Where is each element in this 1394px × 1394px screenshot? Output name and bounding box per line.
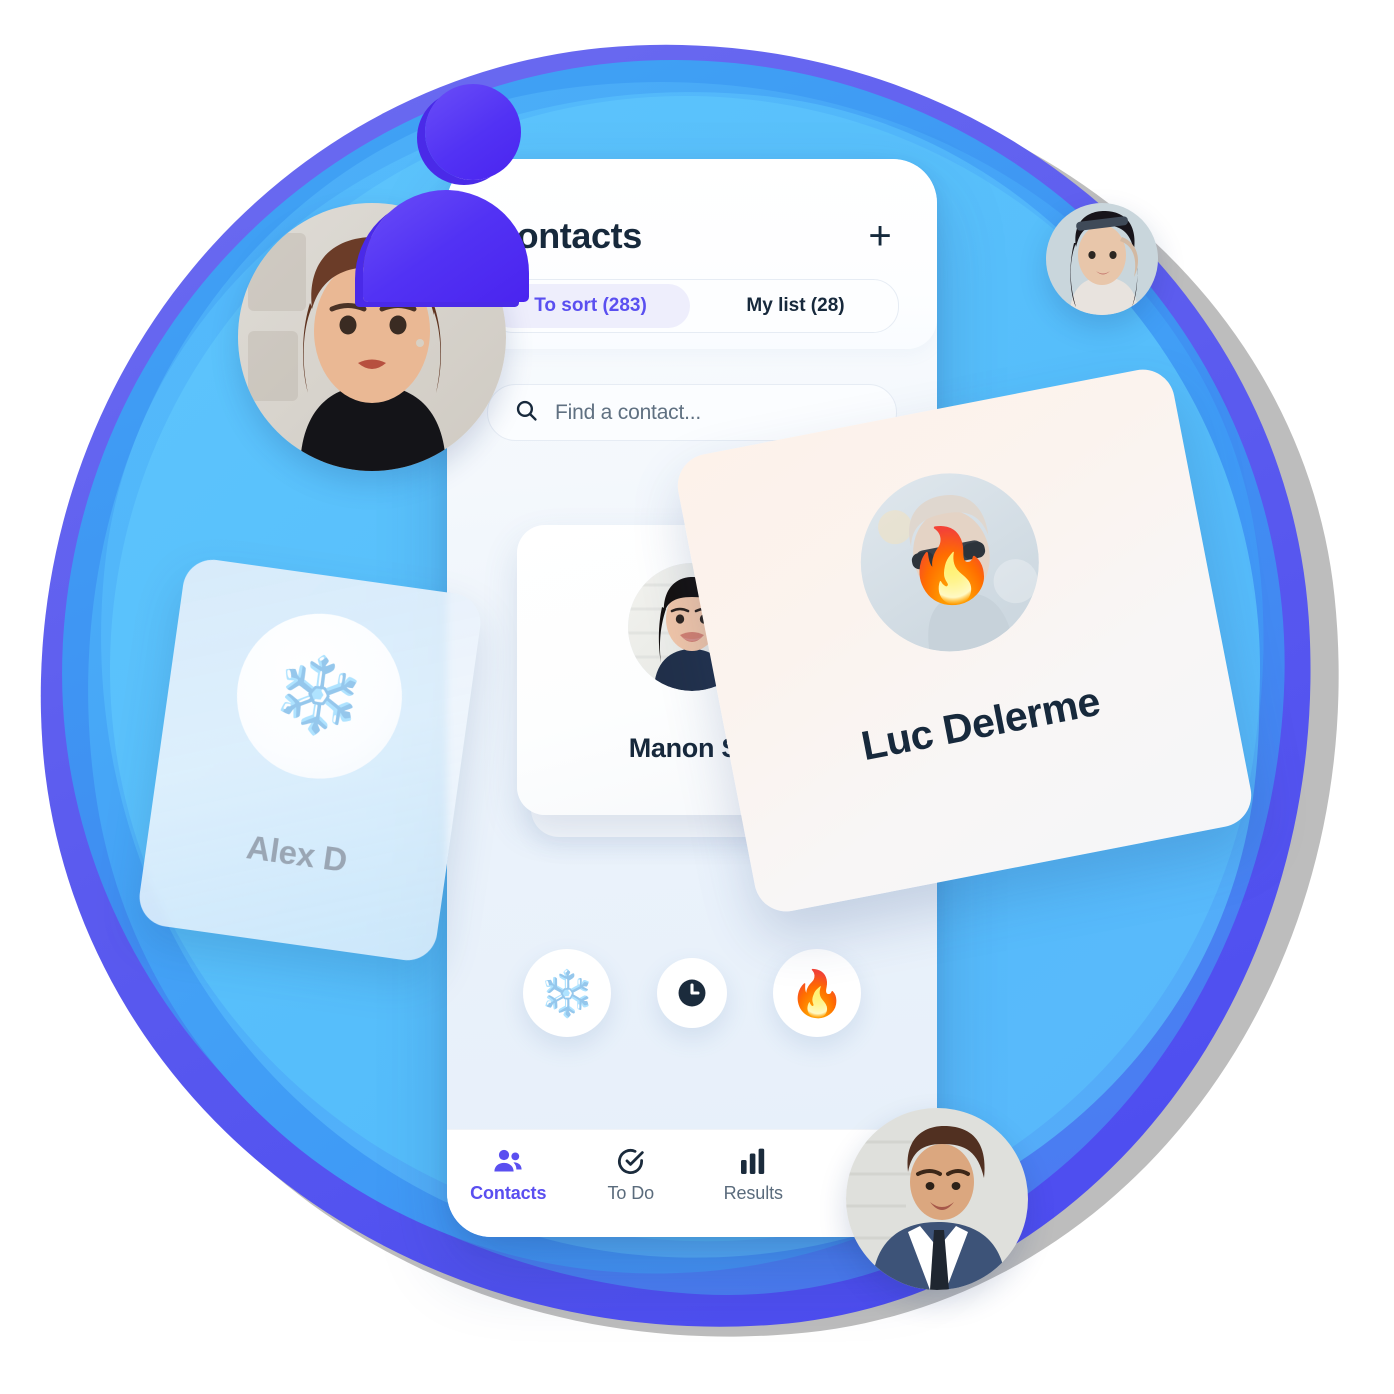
action-button-row: ❄️ 🔥 [507, 949, 877, 1037]
clock-icon [678, 979, 706, 1007]
avatar-bubble-bottom-right [846, 1108, 1028, 1290]
contact-name: Alex D [244, 828, 350, 879]
add-contact-button[interactable]: + [863, 216, 897, 256]
action-later-button[interactable] [657, 958, 727, 1028]
contact-name: Luc Delerme [857, 677, 1104, 770]
action-cold-button[interactable]: ❄️ [523, 949, 611, 1037]
avatar-bubble-small-right [1046, 203, 1158, 315]
action-hot-button[interactable]: 🔥 [773, 949, 861, 1037]
nav-item-results[interactable]: Results [710, 1146, 796, 1204]
tab-my-list[interactable]: My list (28) [696, 284, 895, 328]
nav-label: To Do [607, 1183, 655, 1203]
check-circle-icon [616, 1146, 645, 1176]
search-icon [514, 398, 539, 428]
person-avatar-glyph [363, 84, 529, 302]
person-head-icon [425, 84, 521, 180]
person-body-icon [363, 190, 529, 302]
luc-card[interactable]: 🔥 Luc Delerme [672, 364, 1257, 917]
illustration-stage: Contacts + To sort (283) My list (28) Fi… [0, 0, 1394, 1394]
alex-card[interactable]: ❄️ Alex D [135, 555, 485, 965]
bar-chart-icon [740, 1146, 766, 1176]
nav-label: Results [723, 1183, 783, 1203]
snowflake-icon: ❄️ [225, 602, 413, 790]
avatar: 🔥 [844, 458, 1054, 667]
nav-label: Contacts [470, 1183, 547, 1203]
nav-item-contacts[interactable]: Contacts [465, 1146, 551, 1204]
people-icon [493, 1146, 523, 1176]
contacts-tab-bar: To sort (283) My list (28) [487, 279, 899, 333]
search-placeholder-text: Find a contact... [555, 400, 702, 424]
fire-emoji-badge: 🔥 [896, 515, 1003, 615]
nav-item-todo[interactable]: To Do [588, 1146, 674, 1204]
